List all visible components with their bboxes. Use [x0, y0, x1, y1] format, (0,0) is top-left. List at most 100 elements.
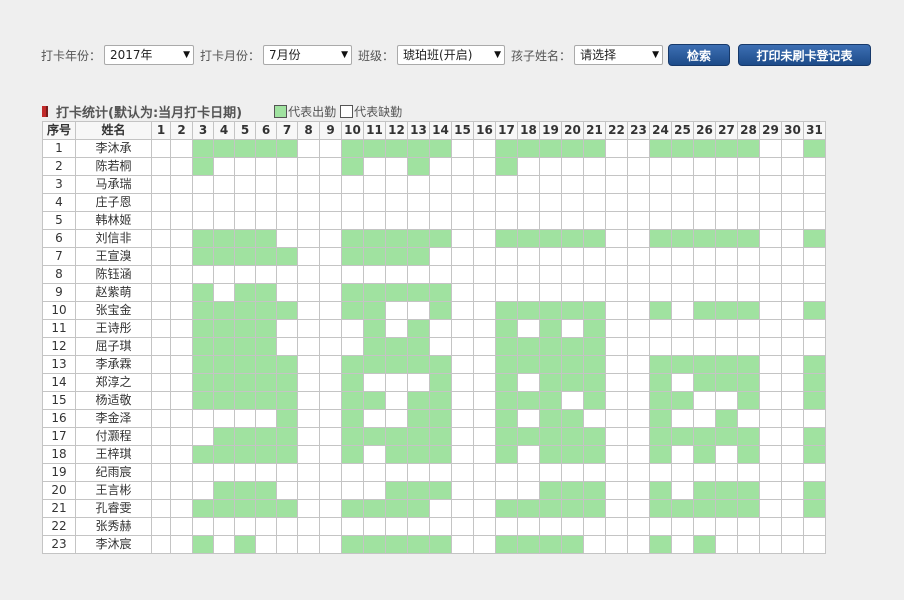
child-name: 王宣溴 — [75, 247, 152, 266]
attendance-absent-cell — [737, 283, 760, 302]
day-header-27: 27 — [715, 121, 738, 140]
attendance-absent-cell — [693, 193, 716, 212]
attendance-absent-cell — [473, 481, 496, 500]
attendance-present-cell — [234, 301, 256, 320]
attendance-absent-cell — [759, 337, 782, 356]
attendance-present-cell — [407, 229, 430, 248]
attendance-present-cell — [341, 445, 364, 464]
attendance-present-cell — [803, 427, 826, 446]
attendance-present-cell — [234, 499, 256, 518]
section-marker-icon — [42, 105, 48, 117]
attendance-present-cell — [407, 391, 430, 410]
attendance-absent-cell — [151, 445, 171, 464]
attendance-absent-cell — [451, 463, 474, 482]
attendance-absent-cell — [151, 499, 171, 518]
day-header-28: 28 — [737, 121, 760, 140]
attendance-present-cell — [715, 301, 738, 320]
attendance-absent-cell — [151, 409, 171, 428]
attendance-absent-cell — [781, 229, 804, 248]
attendance-present-cell — [363, 337, 386, 356]
attendance-absent-cell — [451, 355, 474, 374]
attendance-absent-cell — [407, 193, 430, 212]
attendance-absent-cell — [170, 265, 193, 284]
attendance-present-cell — [561, 337, 584, 356]
attendance-present-cell — [495, 229, 518, 248]
attendance-absent-cell — [693, 337, 716, 356]
table-row: 17 付灏程 — [42, 427, 826, 446]
row-index: 7 — [42, 247, 76, 266]
attendance-absent-cell — [213, 175, 235, 194]
attendance-absent-cell — [473, 229, 496, 248]
attendance-present-cell — [255, 301, 277, 320]
attendance-absent-cell — [407, 373, 430, 392]
attendance-absent-cell — [517, 373, 540, 392]
print-unswiped-button[interactable]: 打印未刷卡登记表 — [738, 44, 872, 66]
attendance-absent-cell — [451, 535, 474, 554]
attendance-absent-cell — [451, 229, 474, 248]
table-row: 8 陈钰涵 — [42, 265, 826, 284]
attendance-absent-cell — [319, 283, 342, 302]
attendance-absent-cell — [151, 193, 171, 212]
attendance-absent-cell — [473, 283, 496, 302]
table-row: 4 庄子恩 — [42, 193, 826, 212]
attendance-present-cell — [583, 355, 606, 374]
attendance-absent-cell — [297, 517, 320, 536]
attendance-absent-cell — [473, 319, 496, 338]
attendance-present-cell — [213, 355, 235, 374]
attendance-absent-cell — [715, 193, 738, 212]
attendance-absent-cell — [627, 211, 650, 230]
attendance-present-cell — [649, 481, 672, 500]
attendance-present-cell — [213, 391, 235, 410]
attendance-present-cell — [234, 535, 256, 554]
attendance-absent-cell — [319, 409, 342, 428]
attendance-absent-cell — [473, 355, 496, 374]
attendance-absent-cell — [561, 463, 584, 482]
attendance-absent-cell — [297, 301, 320, 320]
year-select[interactable]: 2017年 ▼ — [104, 45, 195, 65]
attendance-present-cell — [737, 373, 760, 392]
attendance-present-cell — [539, 427, 562, 446]
attendance-absent-cell — [517, 283, 540, 302]
attendance-absent-cell — [737, 175, 760, 194]
attendance-present-cell — [234, 337, 256, 356]
attendance-absent-cell — [234, 175, 256, 194]
attendance-absent-cell — [627, 445, 650, 464]
attendance-present-cell — [693, 229, 716, 248]
attendance-present-cell — [255, 355, 277, 374]
attendance-present-cell — [213, 373, 235, 392]
attendance-absent-cell — [319, 193, 342, 212]
attendance-absent-cell — [255, 265, 277, 284]
month-select[interactable]: 7月份 ▼ — [263, 45, 353, 65]
day-header-2: 2 — [170, 121, 193, 140]
attendance-present-cell — [234, 373, 256, 392]
attendance-present-cell — [363, 301, 386, 320]
attendance-present-cell — [234, 283, 256, 302]
attendance-present-cell — [539, 535, 562, 554]
attendance-present-cell — [429, 229, 452, 248]
attendance-present-cell — [649, 373, 672, 392]
year-label: 打卡年份： — [41, 48, 102, 63]
legend-present-swatch — [274, 104, 288, 118]
child-select[interactable]: 请选择 ▼ — [574, 45, 664, 65]
attendance-absent-cell — [319, 391, 342, 410]
legend-absent-label: 代表缺勤 — [354, 104, 403, 119]
attendance-present-cell — [341, 157, 364, 176]
attendance-present-cell — [539, 319, 562, 338]
attendance-absent-cell — [341, 211, 364, 230]
row-index: 22 — [42, 517, 76, 536]
attendance-absent-cell — [341, 463, 364, 482]
attendance-absent-cell — [429, 499, 452, 518]
attendance-absent-cell — [213, 265, 235, 284]
day-header-19: 19 — [539, 121, 562, 140]
attendance-absent-cell — [151, 265, 171, 284]
attendance-absent-cell — [583, 517, 606, 536]
attendance-absent-cell — [385, 463, 408, 482]
attendance-absent-cell — [737, 211, 760, 230]
attendance-present-cell — [234, 319, 256, 338]
attendance-absent-cell — [539, 517, 562, 536]
child-name: 郑淳之 — [75, 373, 152, 392]
search-button[interactable]: 检索 — [668, 44, 731, 66]
attendance-present-cell — [539, 391, 562, 410]
class-select[interactable]: 琥珀班(开启) ▼ — [397, 45, 506, 65]
attendance-absent-cell — [517, 445, 540, 464]
